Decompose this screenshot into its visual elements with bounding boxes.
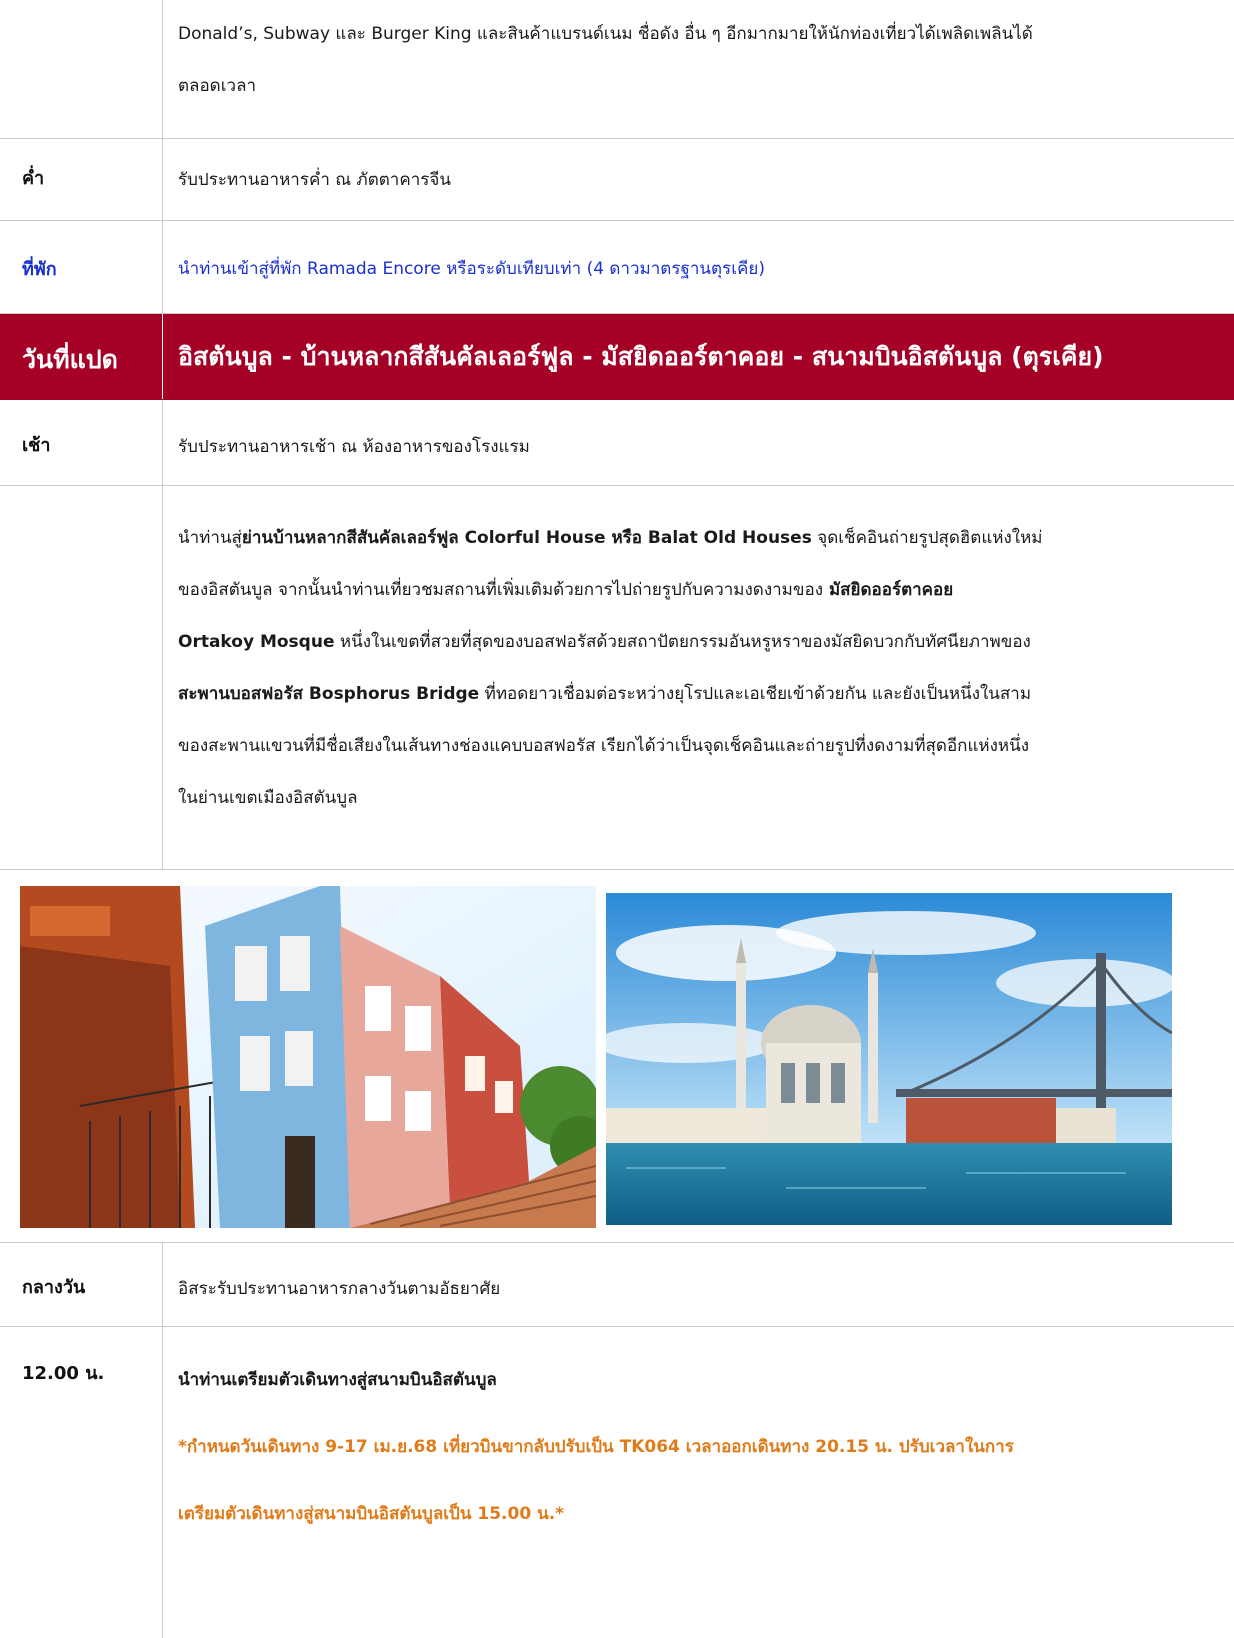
column-divider bbox=[162, 0, 163, 138]
row-hotel: ที่พัก นำท่านเข้าสู่ที่พัก Ramada Encore… bbox=[0, 221, 1234, 314]
column-divider bbox=[162, 221, 163, 313]
tour-line-1: นำท่านสู่ย่านบ้านหลากสีสันคัลเลอร์ฟูล Co… bbox=[178, 528, 1043, 548]
tour-line-4: สะพานบอสฟอรัส Bosphorus Bridge ที่ทอดยาว… bbox=[178, 684, 1032, 704]
row-tour-description: นำท่านสู่ย่านบ้านหลากสีสันคัลเลอร์ฟูล Co… bbox=[0, 486, 1234, 870]
tour-paragraph: นำท่านสู่ย่านบ้านหลากสีสันคัลเลอร์ฟูล Co… bbox=[178, 512, 1218, 824]
day-header: วันที่แปด อิสตันบูล - บ้านหลากสีสันคัลเล… bbox=[0, 314, 1234, 400]
row-shopping-continued: Donald’s, Subway และ Burger King และสินค… bbox=[0, 0, 1234, 139]
flight-note-line-1: *กำหนดวันเดินทาง 9-17 เม.ย.68 เที่ยวบินข… bbox=[178, 1437, 1014, 1457]
column-divider bbox=[162, 1243, 163, 1326]
flight-note-line-2: เตรียมตัวเดินทางสู่สนามบินอิสตันบูลเป็น … bbox=[178, 1504, 565, 1524]
hotel-text: นำท่านเข้าสู่ที่พัก Ramada Encore หรือระ… bbox=[178, 259, 765, 279]
column-divider bbox=[162, 486, 163, 869]
tour-line-3: Ortakoy Mosque หนึ่งในเขตที่สวยที่สุดของ… bbox=[178, 632, 1031, 652]
tour-line-6: ในย่านเขตเมืองอิสตันบูล bbox=[178, 788, 358, 808]
column-divider bbox=[162, 314, 163, 399]
tour-line-2: ของอิสตันบูล จากนั้นนำท่านเที่ยวชมสถานที… bbox=[178, 580, 954, 600]
shopping-line-1: Donald’s, Subway และ Burger King และสินค… bbox=[178, 24, 1033, 44]
itinerary-table: Donald’s, Subway และ Burger King และสินค… bbox=[0, 0, 1234, 1638]
column-divider bbox=[162, 1327, 163, 1638]
day-label: วันที่แปด bbox=[22, 345, 118, 374]
lunch-text: อิสระรับประทานอาหารกลางวันตามอัธยาศัย bbox=[178, 1279, 501, 1299]
hotel-label: ที่พัก bbox=[22, 259, 57, 280]
shopping-line-2: ตลอดเวลา bbox=[178, 76, 257, 96]
day-title: อิสตันบูล - บ้านหลากสีสันคัลเลอร์ฟูล - ม… bbox=[178, 342, 1104, 371]
row-breakfast: เช้า รับประทานอาหารเช้า ณ ห้องอาหารของโร… bbox=[0, 400, 1234, 486]
ortakoy-mosque-photo bbox=[606, 893, 1172, 1225]
breakfast-text: รับประทานอาหารเช้า ณ ห้องอาหารของโรงแรม bbox=[178, 437, 530, 457]
row-dinner: ค่ำ รับประทานอาหารค่ำ ณ ภัตตาคารจีน bbox=[0, 139, 1234, 221]
transfer-text: นำท่านเตรียมตัวเดินทางสู่สนามบินอิสตันบู… bbox=[178, 1370, 497, 1390]
tour-line-5: ของสะพานแขวนที่มีชื่อเสียงในเส้นทางช่องแ… bbox=[178, 736, 1030, 756]
breakfast-label: เช้า bbox=[22, 435, 51, 456]
transfer-content: นำท่านเตรียมตัวเดินทางสู่สนามบินอิสตันบู… bbox=[178, 1347, 1218, 1548]
lunch-label: กลางวัน bbox=[22, 1277, 86, 1298]
column-divider bbox=[162, 400, 163, 485]
transfer-time-label: 12.00 น. bbox=[22, 1363, 105, 1384]
column-divider bbox=[162, 139, 163, 220]
dinner-text: รับประทานอาหารค่ำ ณ ภัตตาคารจีน bbox=[178, 170, 451, 190]
dinner-label: ค่ำ bbox=[22, 168, 45, 189]
row-lunch: กลางวัน อิสระรับประทานอาหารกลางวันตามอัธ… bbox=[0, 1243, 1234, 1327]
row-photos bbox=[0, 870, 1234, 1243]
shopping-text: Donald’s, Subway และ Burger King และสินค… bbox=[178, 8, 1218, 112]
row-transfer: 12.00 น. นำท่านเตรียมตัวเดินทางสู่สนามบิ… bbox=[0, 1327, 1234, 1638]
colorful-houses-photo bbox=[20, 886, 596, 1228]
